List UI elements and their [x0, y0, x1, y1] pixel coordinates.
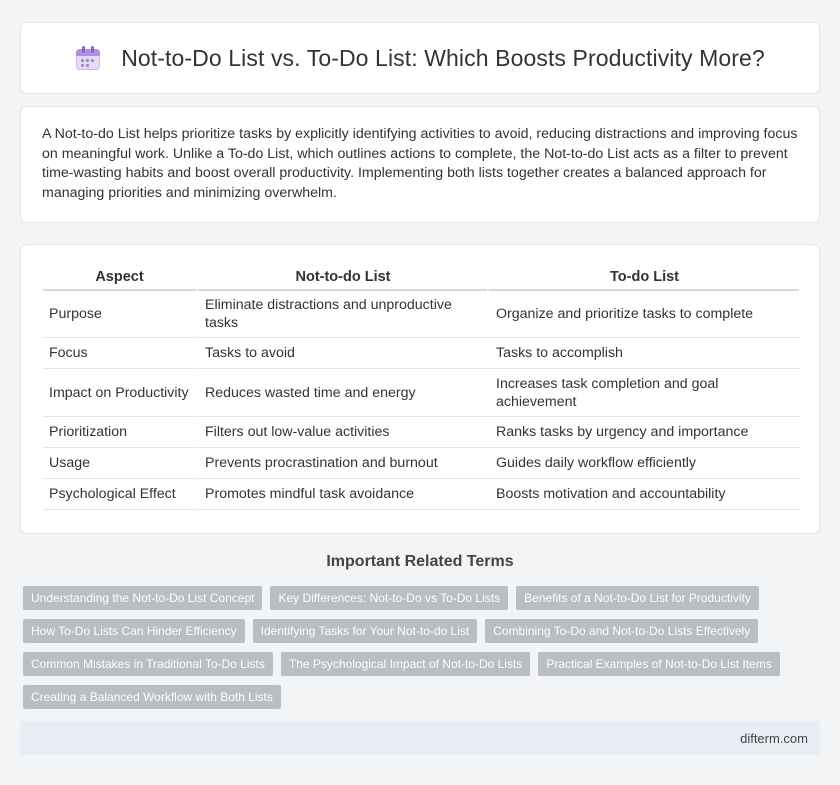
table-cell-not-to-do: Filters out low-value activities — [196, 417, 487, 448]
related-term-link[interactable]: The Psychological Impact of Not-to-Do Li… — [280, 652, 531, 676]
footer: difterm.com — [20, 721, 820, 755]
related-terms-title: Important Related Terms — [326, 553, 514, 570]
related-term-link[interactable]: Identifying Tasks for Your Not-to-do Lis… — [252, 619, 478, 643]
related-term-link[interactable]: Common Mistakes in Traditional To-Do Lis… — [23, 652, 273, 676]
column-header-not-to-do: Not-to-do List — [196, 263, 487, 291]
related-term-link[interactable]: Practical Examples of Not-to-Do List Ite… — [538, 652, 780, 676]
table-row: Focus Tasks to avoid Tasks to accomplish — [43, 338, 799, 369]
table-cell-aspect: Usage — [43, 448, 196, 479]
table-header-row: Aspect Not-to-do List To-do List — [43, 263, 799, 291]
related-term-link[interactable]: Key Differences: Not-to-Do vs To-Do List… — [270, 586, 509, 610]
table-cell-aspect: Purpose — [43, 291, 196, 338]
table-row: Usage Prevents procrastination and burno… — [43, 448, 799, 479]
table-cell-aspect: Focus — [43, 338, 196, 369]
table-row: Psychological Effect Promotes mindful ta… — [43, 479, 799, 510]
table-cell-to-do: Tasks to accomplish — [487, 338, 799, 369]
related-term-link[interactable]: Understanding the Not-to-Do List Concept — [23, 586, 263, 610]
table-row: Purpose Eliminate distractions and unpro… — [43, 291, 799, 338]
table-cell-aspect: Psychological Effect — [43, 479, 196, 510]
related-terms-list: Understanding the Not-to-Do List Concept… — [23, 586, 813, 709]
table-cell-to-do: Ranks tasks by urgency and importance — [487, 417, 799, 448]
related-term-link[interactable]: Combining To-Do and Not-to-Do Lists Effe… — [485, 619, 759, 643]
site-link[interactable]: difterm.com — [740, 731, 808, 746]
table-cell-to-do: Organize and prioritize tasks to complet… — [487, 291, 799, 338]
column-header-aspect: Aspect — [43, 263, 196, 291]
table-cell-aspect: Prioritization — [43, 417, 196, 448]
page-title: Not-to-Do List vs. To-Do List: Which Boo… — [121, 44, 765, 71]
related-term-link[interactable]: Benefits of a Not-to-Do List for Product… — [516, 586, 759, 610]
table-cell-to-do: Increases task completion and goal achie… — [487, 369, 799, 417]
related-term-link[interactable]: How To-Do Lists Can Hinder Efficiency — [23, 619, 245, 643]
table-cell-not-to-do: Prevents procrastination and burnout — [196, 448, 487, 479]
comparison-table: Aspect Not-to-do List To-do List Purpose… — [43, 263, 799, 510]
table-cell-aspect: Impact on Productivity — [43, 369, 196, 417]
table-row: Prioritization Filters out low-value act… — [43, 417, 799, 448]
table-cell-to-do: Boosts motivation and accountability — [487, 479, 799, 510]
table-row: Impact on Productivity Reduces wasted ti… — [43, 369, 799, 417]
table-cell-not-to-do: Reduces wasted time and energy — [196, 369, 487, 417]
column-header-to-do: To-do List — [487, 263, 799, 291]
header: Not-to-Do List vs. To-Do List: Which Boo… — [75, 45, 765, 72]
table-cell-not-to-do: Tasks to avoid — [196, 338, 487, 369]
header-card: Not-to-Do List vs. To-Do List: Which Boo… — [20, 22, 820, 94]
intro-text: A Not-to-do List helps prioritize tasks … — [42, 126, 798, 201]
calendar-icon — [75, 45, 101, 71]
table-cell-not-to-do: Eliminate distractions and unproductive … — [196, 291, 487, 338]
table-cell-not-to-do: Promotes mindful task avoidance — [196, 479, 487, 510]
comparison-table-card: Aspect Not-to-do List To-do List Purpose… — [20, 244, 820, 534]
intro-card: A Not-to-do List helps prioritize tasks … — [20, 106, 820, 223]
table-cell-to-do: Guides daily workflow efficiently — [487, 448, 799, 479]
related-term-link[interactable]: Creating a Balanced Workflow with Both L… — [23, 685, 281, 709]
